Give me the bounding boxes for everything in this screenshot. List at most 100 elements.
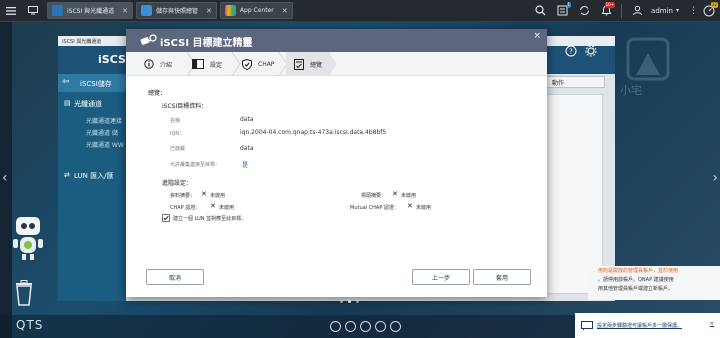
advanced-heading: 進階設定： bbox=[162, 180, 193, 187]
dock-app-icon[interactable] bbox=[375, 321, 386, 332]
sidebar-subitem-fc-ports[interactable]: 光纖通道連接 bbox=[86, 116, 122, 125]
taskbar-divider bbox=[621, 3, 623, 18]
disabled-x-icon: ✕ bbox=[201, 190, 207, 198]
tab-app-center[interactable]: App Center ✕ bbox=[219, 2, 293, 19]
taskbar: iSCSI 與光纖通道 ✕ 儲存與快照總管 ✕ App Center ✕ 1 1… bbox=[0, 0, 720, 22]
show-desktop-icon bbox=[28, 6, 38, 15]
dock-app-icon[interactable] bbox=[345, 321, 356, 332]
mutual-chap-value: 未啟用 bbox=[416, 205, 432, 211]
tab-label: App Center bbox=[239, 7, 274, 14]
sidebar-item-lun-import[interactable]: LUN 匯入/匯 bbox=[74, 171, 114, 181]
wizard-steps: 介紹 設定 CHAP 總覽 bbox=[126, 52, 547, 76]
notification-line: 。請停用該帳戶。QNAP 建議使用 bbox=[598, 277, 674, 283]
message-icon bbox=[581, 320, 593, 330]
header-digest-value: 未啟用 bbox=[401, 193, 417, 199]
help-icon[interactable]: ? bbox=[565, 45, 577, 57]
desktop-page-dots[interactable] bbox=[340, 300, 359, 303]
step-label: 設定 bbox=[210, 61, 223, 69]
notification-panel: 用的是開放的管理員帳戶，並於使用 。請停用該帳戶。QNAP 建議使用 用其他管理… bbox=[588, 266, 720, 300]
sidebar-item-fiber-channel[interactable]: 光纖通道 bbox=[74, 99, 102, 109]
iscsi-header-icons: ? bbox=[565, 45, 597, 57]
action-dropdown[interactable]: 動作 bbox=[545, 76, 605, 88]
fiber-channel-icon: ▤ bbox=[64, 99, 71, 107]
close-icon[interactable]: ✕ bbox=[122, 7, 128, 15]
step-label: CHAP bbox=[258, 60, 275, 68]
event-notifications-button[interactable]: 10+ bbox=[595, 0, 617, 22]
wizard-header: iSCSI 目標建立精靈 × bbox=[126, 29, 547, 52]
dock-app-icon[interactable] bbox=[360, 321, 371, 332]
tab-label: iSCSI 與光纖通道 bbox=[67, 8, 115, 15]
field-label-iqn: IQN： bbox=[170, 131, 185, 137]
gear-icon[interactable] bbox=[585, 45, 597, 57]
user-avatar-button[interactable] bbox=[626, 0, 648, 22]
data-digest-value: 未啟用 bbox=[210, 193, 226, 199]
disabled-x-icon: ✕ bbox=[407, 202, 413, 210]
search-button[interactable] bbox=[529, 0, 551, 22]
chevron-right-icon[interactable]: › bbox=[712, 170, 718, 186]
wizard-title: iSCSI 目標建立精靈 bbox=[160, 38, 253, 49]
dock-app-icon[interactable] bbox=[390, 321, 401, 332]
chevron-down-icon[interactable]: ▾ bbox=[676, 7, 679, 14]
shield-icon bbox=[242, 58, 252, 70]
storage-app-icon bbox=[141, 5, 153, 16]
user-icon bbox=[632, 5, 642, 16]
notification-link[interactable]: 設定兩步驟驗證可讓帳戶多一層保護。 bbox=[597, 322, 682, 329]
sync-icon bbox=[579, 5, 589, 16]
tab-label: 儲存與快照總管 bbox=[156, 8, 199, 15]
sync-button[interactable] bbox=[573, 0, 595, 22]
iscsi-content-panel bbox=[545, 94, 603, 294]
close-icon[interactable]: × bbox=[533, 31, 541, 41]
step-label: 總覽 bbox=[310, 61, 323, 69]
back-button[interactable]: 上一步 bbox=[412, 269, 470, 285]
step-chap: CHAP bbox=[242, 52, 274, 76]
step-introduction: 介紹 bbox=[144, 52, 172, 76]
sidebar-item-iscsi-storage[interactable]: iSCSI儲存 bbox=[80, 79, 112, 89]
notification-badge: 1 bbox=[566, 1, 572, 8]
field-value-name: data bbox=[240, 116, 254, 123]
search-icon bbox=[534, 5, 546, 16]
main-menu-button[interactable] bbox=[0, 0, 22, 22]
background-tasks-button[interactable]: 1 bbox=[551, 0, 573, 22]
trash-icon[interactable] bbox=[14, 280, 34, 306]
close-icon[interactable]: ✕ bbox=[206, 7, 212, 15]
taskbar-right: 1 10+ admin ▾ ⋮ 32 bbox=[529, 0, 720, 22]
chevron-left-icon[interactable]: ‹ bbox=[2, 170, 8, 186]
show-desktop-button[interactable] bbox=[22, 0, 44, 22]
sidebar-subitem-fc-storage[interactable]: 光纖通道 儲 bbox=[86, 128, 118, 137]
target-info-heading: iSCSI目標資料： bbox=[162, 103, 208, 110]
field-value-alias: data bbox=[240, 145, 254, 152]
document-check-icon bbox=[294, 58, 304, 70]
tab-iscsi[interactable]: iSCSI 與光纖通道 ✕ bbox=[47, 2, 134, 19]
field-label-alias: 已啟載 bbox=[170, 146, 186, 152]
back-arrow-icon[interactable]: ⇦ bbox=[62, 77, 70, 87]
dashboard-button[interactable]: 32 bbox=[698, 0, 720, 22]
more-options-icon[interactable]: ⋮ bbox=[689, 6, 698, 16]
svg-text:?: ? bbox=[569, 48, 573, 56]
disabled-x-icon: ✕ bbox=[210, 202, 216, 210]
summary-heading: 總覽： bbox=[148, 90, 167, 97]
tab-storage[interactable]: 儲存與快照總管 ✕ bbox=[136, 2, 217, 19]
settings-card-icon bbox=[192, 59, 204, 69]
field-value-iqn: iqn.2004-04.com.qnap:ts-473a:iscsi.data.… bbox=[240, 129, 387, 136]
create-lun-checkbox[interactable] bbox=[162, 214, 170, 222]
user-name[interactable]: admin bbox=[651, 7, 673, 15]
close-icon[interactable]: × bbox=[710, 321, 714, 327]
notification-badge: 10+ bbox=[604, 1, 616, 8]
dock-app-icon[interactable] bbox=[330, 321, 341, 332]
close-icon[interactable]: ✕ bbox=[282, 7, 288, 15]
security-tip-notification[interactable]: 設定兩步驟驗證可讓帳戶多一層保護。 × bbox=[575, 313, 720, 338]
disabled-x-icon: ✕ bbox=[392, 190, 398, 198]
tasks-icon bbox=[557, 5, 568, 16]
hamburger-icon bbox=[6, 6, 16, 15]
step-settings: 設定 bbox=[192, 52, 222, 76]
bottom-dock-icons bbox=[330, 321, 401, 332]
apply-button[interactable]: 套用 bbox=[473, 269, 531, 285]
iscsi-app-icon bbox=[52, 5, 63, 16]
cancel-button[interactable]: 取消 bbox=[146, 269, 204, 285]
helpdesk-robot-icon[interactable] bbox=[11, 213, 45, 263]
step-summary: 總覽 bbox=[286, 52, 331, 76]
sidebar-subitem-fc-wwpn[interactable]: 光纖通道 WW bbox=[86, 140, 124, 149]
notification-line: 用的是開放的管理員帳戶，並於使用 bbox=[598, 268, 679, 274]
field-value-cluster-access: 是 bbox=[242, 162, 249, 169]
field-label-cluster-access: 允許叢集連接至目標： bbox=[170, 162, 221, 168]
